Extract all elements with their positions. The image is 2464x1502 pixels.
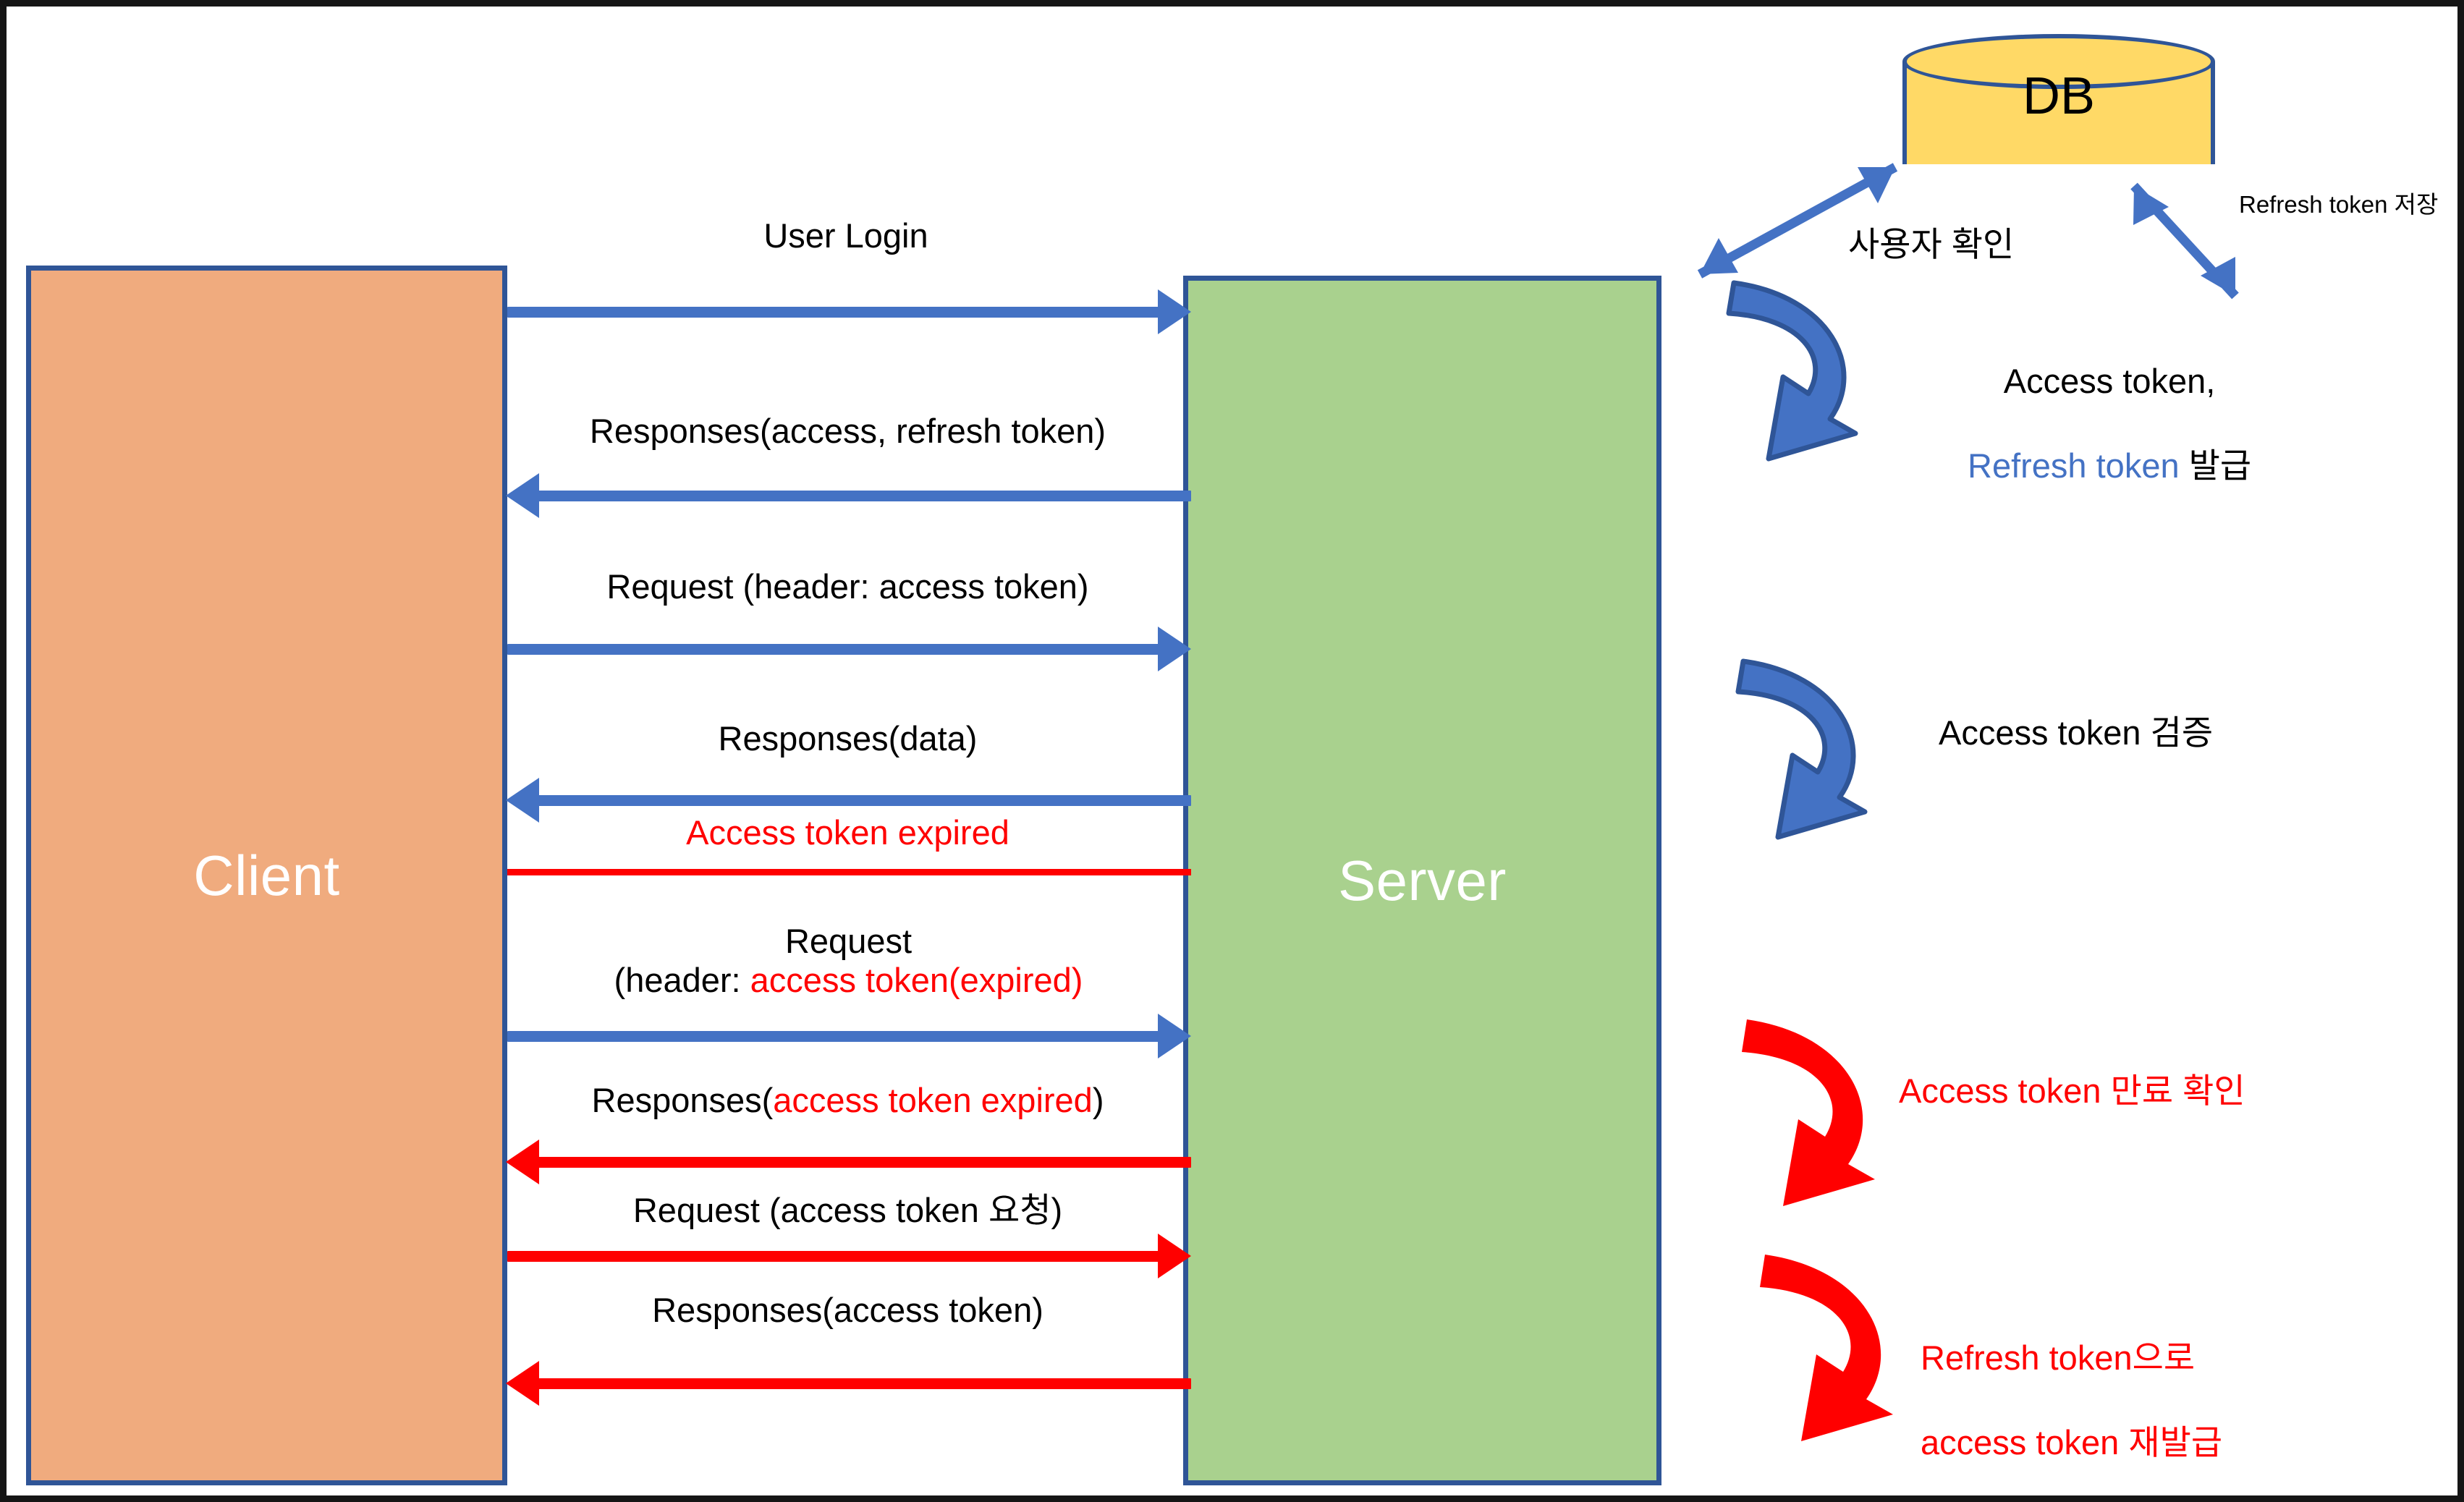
message-line-access-token-expired xyxy=(507,869,1191,875)
db-cylinder: DB xyxy=(1902,34,2215,164)
server-lifeline-box: Server xyxy=(1183,276,1661,1485)
side-note-reissue-line2: access token 재발급 xyxy=(1921,1423,2223,1462)
message-label-request-expired-line1: Request xyxy=(784,922,913,960)
message-label-user-login: User Login xyxy=(763,216,928,255)
message-label-request-expired-line2: (header: access token(expired) xyxy=(506,961,1191,1000)
note-segment-black: 발급 xyxy=(2179,446,2252,485)
label-segment-black-1: Responses( xyxy=(591,1081,774,1119)
loop-check-expiry-icon xyxy=(1742,1019,1875,1206)
side-note-check-expiry: Access token 만료 확인 xyxy=(1899,1072,2245,1110)
message-label-request-new-access: Request (access token 요청) xyxy=(632,1191,1063,1229)
diagram-canvas: DB Client Server User Login Responses(ac… xyxy=(0,0,2464,1502)
side-note-issue-tokens: Access token, Refresh token 발급 xyxy=(1968,318,2251,530)
side-note-db-user-check: 사용자 확인 xyxy=(1848,225,2015,263)
side-note-issue-tokens-line2: Refresh token 발급 xyxy=(1968,445,2251,488)
note-segment-blue: Refresh token xyxy=(1968,446,2180,485)
message-label-responses-new-access: Responses(access token) xyxy=(652,1291,1043,1329)
client-lifeline-box: Client xyxy=(26,266,507,1485)
message-label-access-token-expired: Access token expired xyxy=(686,813,1009,852)
server-label: Server xyxy=(1338,849,1507,912)
loop-reissue-token-icon xyxy=(1760,1255,1893,1441)
loop-verify-token-icon xyxy=(1735,658,1868,840)
side-note-verify-access-token: Access token 검증 xyxy=(1939,713,2214,752)
side-note-reissue-line1: Refresh token으로 xyxy=(1921,1338,2196,1377)
message-label-responses-tokens: Responses(access, refresh token) xyxy=(589,412,1106,450)
message-label-request-expired: Request (header: access token(expired) xyxy=(506,922,1191,1000)
label-segment-red: access token expired xyxy=(773,1081,1093,1119)
label-segment-black-2: ) xyxy=(1092,1081,1104,1119)
loop-issue-tokens-icon xyxy=(1726,280,1858,462)
label-segment-black: (header: xyxy=(614,961,750,1000)
message-label-request-access-token: Request (header: access token) xyxy=(606,567,1089,606)
side-note-issue-tokens-line1: Access token, xyxy=(2003,361,2216,400)
db-link-refresh-store-arrow xyxy=(2130,182,2239,300)
db-label: DB xyxy=(2022,67,2096,125)
label-segment-red: access token(expired) xyxy=(750,961,1083,1000)
client-label: Client xyxy=(193,844,340,907)
side-note-reissue-token: Refresh token으로 access token 재발급 xyxy=(1921,1294,2223,1495)
message-label-responses-data: Responses(data) xyxy=(718,719,978,758)
message-label-responses-expired: Responses(access token expired) xyxy=(506,1081,1190,1120)
side-note-db-refresh-store: Refresh token 저장 xyxy=(2239,191,2439,218)
